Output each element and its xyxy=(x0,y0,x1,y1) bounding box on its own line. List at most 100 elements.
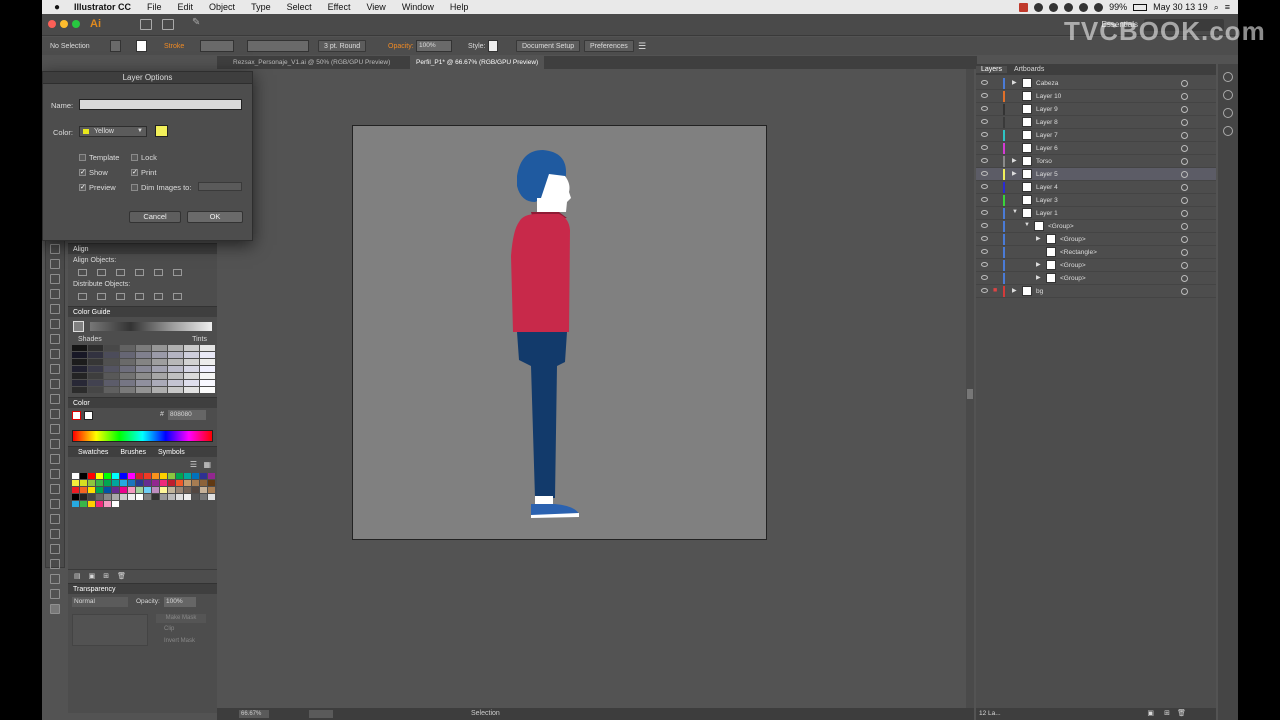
layer-row[interactable]: ▼ <Group> xyxy=(976,220,1216,233)
dim-images-checkbox-box[interactable] xyxy=(131,184,138,191)
color-guide-cell[interactable] xyxy=(104,359,119,365)
color-guide-cell[interactable] xyxy=(136,387,151,393)
color-guide-cell[interactable] xyxy=(184,352,199,358)
color-guide-cell[interactable] xyxy=(200,352,215,358)
pen-tool-icon[interactable] xyxy=(50,289,60,299)
swatch-library-icon[interactable]: ▤ xyxy=(74,572,81,580)
color-guide-panel-header[interactable]: Color Guide xyxy=(68,306,217,317)
color-guide-cell[interactable] xyxy=(136,359,151,365)
gradient-tool-icon[interactable] xyxy=(50,484,60,494)
swatch[interactable] xyxy=(128,480,135,486)
tab-layers[interactable]: Layers xyxy=(976,66,1008,73)
swatch[interactable] xyxy=(88,494,95,500)
color-guide-cell[interactable] xyxy=(184,380,199,386)
color-guide-cell[interactable] xyxy=(72,366,87,372)
expand-triangle-icon[interactable]: ▶ xyxy=(1036,274,1041,281)
libraries-icon[interactable] xyxy=(1223,72,1233,82)
expand-triangle-icon[interactable]: ▶ xyxy=(1036,235,1041,242)
wifi-icon[interactable] xyxy=(1094,2,1104,12)
swatch[interactable] xyxy=(160,480,167,486)
color-guide-cell[interactable] xyxy=(88,352,103,358)
menu-effect[interactable]: Effect xyxy=(320,2,359,12)
arrange-icon[interactable]: ☰ xyxy=(638,40,646,52)
minimize-window-icon[interactable] xyxy=(60,20,68,28)
canvas[interactable] xyxy=(217,69,966,708)
print-checkbox[interactable]: ✓ Print xyxy=(131,168,156,177)
tray-icon[interactable] xyxy=(1034,2,1044,12)
swatch[interactable] xyxy=(184,487,191,493)
white-swatch[interactable] xyxy=(84,411,93,420)
color-guide-cell[interactable] xyxy=(152,380,167,386)
shape-builder-tool-icon[interactable] xyxy=(50,439,60,449)
pencil-tool-icon[interactable] xyxy=(50,364,60,374)
layer-name[interactable]: <Group> xyxy=(1060,275,1086,282)
swatch[interactable] xyxy=(176,473,183,479)
target-icon[interactable] xyxy=(1181,119,1188,126)
eye-icon[interactable] xyxy=(981,262,988,267)
eye-icon[interactable] xyxy=(981,236,988,241)
layer-name[interactable]: <Group> xyxy=(1060,262,1086,269)
paintbrush-tool-icon[interactable] xyxy=(50,349,60,359)
color-guide-cell[interactable] xyxy=(152,345,167,351)
layer-row[interactable]: Layer 7 xyxy=(976,129,1216,142)
stroke-weight-field[interactable] xyxy=(200,40,234,52)
harmony-rules-strip[interactable] xyxy=(73,321,212,332)
color-guide-cell[interactable] xyxy=(168,366,183,372)
zoom-field[interactable]: 66.67% xyxy=(239,710,269,718)
color-guide-cell[interactable] xyxy=(120,380,135,386)
expand-triangle-icon[interactable]: ▶ xyxy=(1012,287,1017,294)
eye-icon[interactable] xyxy=(981,249,988,254)
layer-name[interactable]: Torso xyxy=(1036,158,1052,165)
opacity-field[interactable]: 100% xyxy=(416,40,452,52)
fill-swatch[interactable] xyxy=(110,40,121,52)
swatch[interactable] xyxy=(144,473,151,479)
menu-window[interactable]: Window xyxy=(394,2,442,12)
dim-images-field[interactable] xyxy=(198,182,242,191)
align-right-icon[interactable] xyxy=(116,269,125,276)
character-torso[interactable] xyxy=(511,214,570,332)
target-icon[interactable] xyxy=(1181,249,1188,256)
layer-row[interactable]: ▶ Layer 5 xyxy=(976,168,1216,181)
invert-mask-checkbox[interactable]: Invert Mask xyxy=(164,638,195,644)
swatch[interactable] xyxy=(128,494,135,500)
color-spectrum[interactable] xyxy=(72,430,213,442)
color-guide-cell[interactable] xyxy=(136,352,151,358)
swatch[interactable] xyxy=(80,473,87,479)
target-icon[interactable] xyxy=(1181,145,1188,152)
target-icon[interactable] xyxy=(1181,262,1188,269)
color-guide-cell[interactable] xyxy=(104,387,119,393)
appearance-icon[interactable] xyxy=(1223,108,1233,118)
cloud-icon[interactable] xyxy=(1079,2,1089,12)
swatch[interactable] xyxy=(208,494,215,500)
bridge-icon[interactable] xyxy=(140,19,152,30)
color-guide-cell[interactable] xyxy=(72,387,87,393)
tab-perfil-p1[interactable]: Perfil_P1* @ 66.67% (RGB/GPU Preview) xyxy=(410,56,545,69)
layer-row[interactable]: ■ ▶ bg xyxy=(976,285,1216,298)
swatch[interactable] xyxy=(144,480,151,486)
tab-rezsax-personaje[interactable]: Rezsax_Personaje_V1.ai @ 50% (RGB/GPU Pr… xyxy=(227,56,396,69)
layer-row[interactable]: Layer 9 xyxy=(976,103,1216,116)
target-icon[interactable] xyxy=(1181,132,1188,139)
swatch[interactable] xyxy=(104,473,111,479)
color-guide-cell[interactable] xyxy=(120,359,135,365)
color-guide-cell[interactable] xyxy=(120,387,135,393)
swatch[interactable] xyxy=(136,487,143,493)
layer-color-swatch[interactable] xyxy=(155,125,168,137)
swatch[interactable] xyxy=(152,487,159,493)
hex-field[interactable]: 808080 xyxy=(168,410,206,420)
swatch[interactable] xyxy=(112,487,119,493)
swatch[interactable] xyxy=(120,473,127,479)
color-guide-cell[interactable] xyxy=(72,373,87,379)
color-guide-cell[interactable] xyxy=(104,366,119,372)
target-icon[interactable] xyxy=(1181,158,1188,165)
swatch[interactable] xyxy=(192,473,199,479)
swatch[interactable] xyxy=(176,494,183,500)
color-guide-cell[interactable] xyxy=(184,345,199,351)
color-guide-cell[interactable] xyxy=(168,352,183,358)
fill-stroke-icon[interactable] xyxy=(50,604,60,614)
color-guide-cell[interactable] xyxy=(72,359,87,365)
artboard[interactable] xyxy=(352,125,767,540)
graph-tool-icon[interactable] xyxy=(50,544,60,554)
color-guide-cell[interactable] xyxy=(152,387,167,393)
swatch[interactable] xyxy=(168,487,175,493)
